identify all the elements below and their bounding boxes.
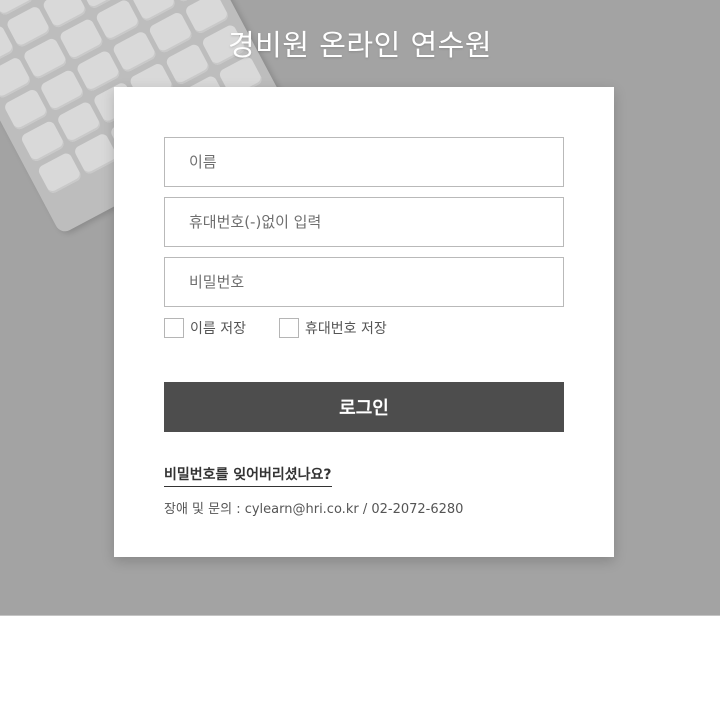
login-card: 이름 저장 휴대번호 저장 로그인 비밀번호를 잊어버리셨나요? 장애 및 문의… xyxy=(114,87,614,557)
save-name-option[interactable]: 이름 저장 xyxy=(164,318,246,338)
save-phone-checkbox[interactable] xyxy=(278,318,299,338)
name-input[interactable] xyxy=(165,138,563,186)
keyboard-key xyxy=(36,151,83,195)
save-options: 이름 저장 휴대번호 저장 xyxy=(164,318,420,338)
save-name-checkbox[interactable] xyxy=(164,318,184,338)
keyboard-key xyxy=(72,132,119,176)
password-input[interactable] xyxy=(165,258,563,306)
phone-input[interactable] xyxy=(165,198,563,246)
name-field xyxy=(164,137,564,187)
save-phone-label: 휴대번호 저장 xyxy=(304,321,387,337)
forgot-password-link[interactable]: 비밀번호를 잊어버리셨나요? xyxy=(164,464,332,487)
password-field xyxy=(164,257,564,307)
save-phone-option[interactable]: 휴대번호 저장 xyxy=(278,318,387,338)
save-name-label: 이름 저장 xyxy=(190,321,246,337)
login-button[interactable]: 로그인 xyxy=(164,382,564,432)
contact-info: 장애 및 문의 : cylearn@hri.co.kr / 02-2072-62… xyxy=(164,502,464,517)
page-title: 경비원 온라인 연수원 xyxy=(227,28,493,62)
phone-field xyxy=(164,197,564,247)
